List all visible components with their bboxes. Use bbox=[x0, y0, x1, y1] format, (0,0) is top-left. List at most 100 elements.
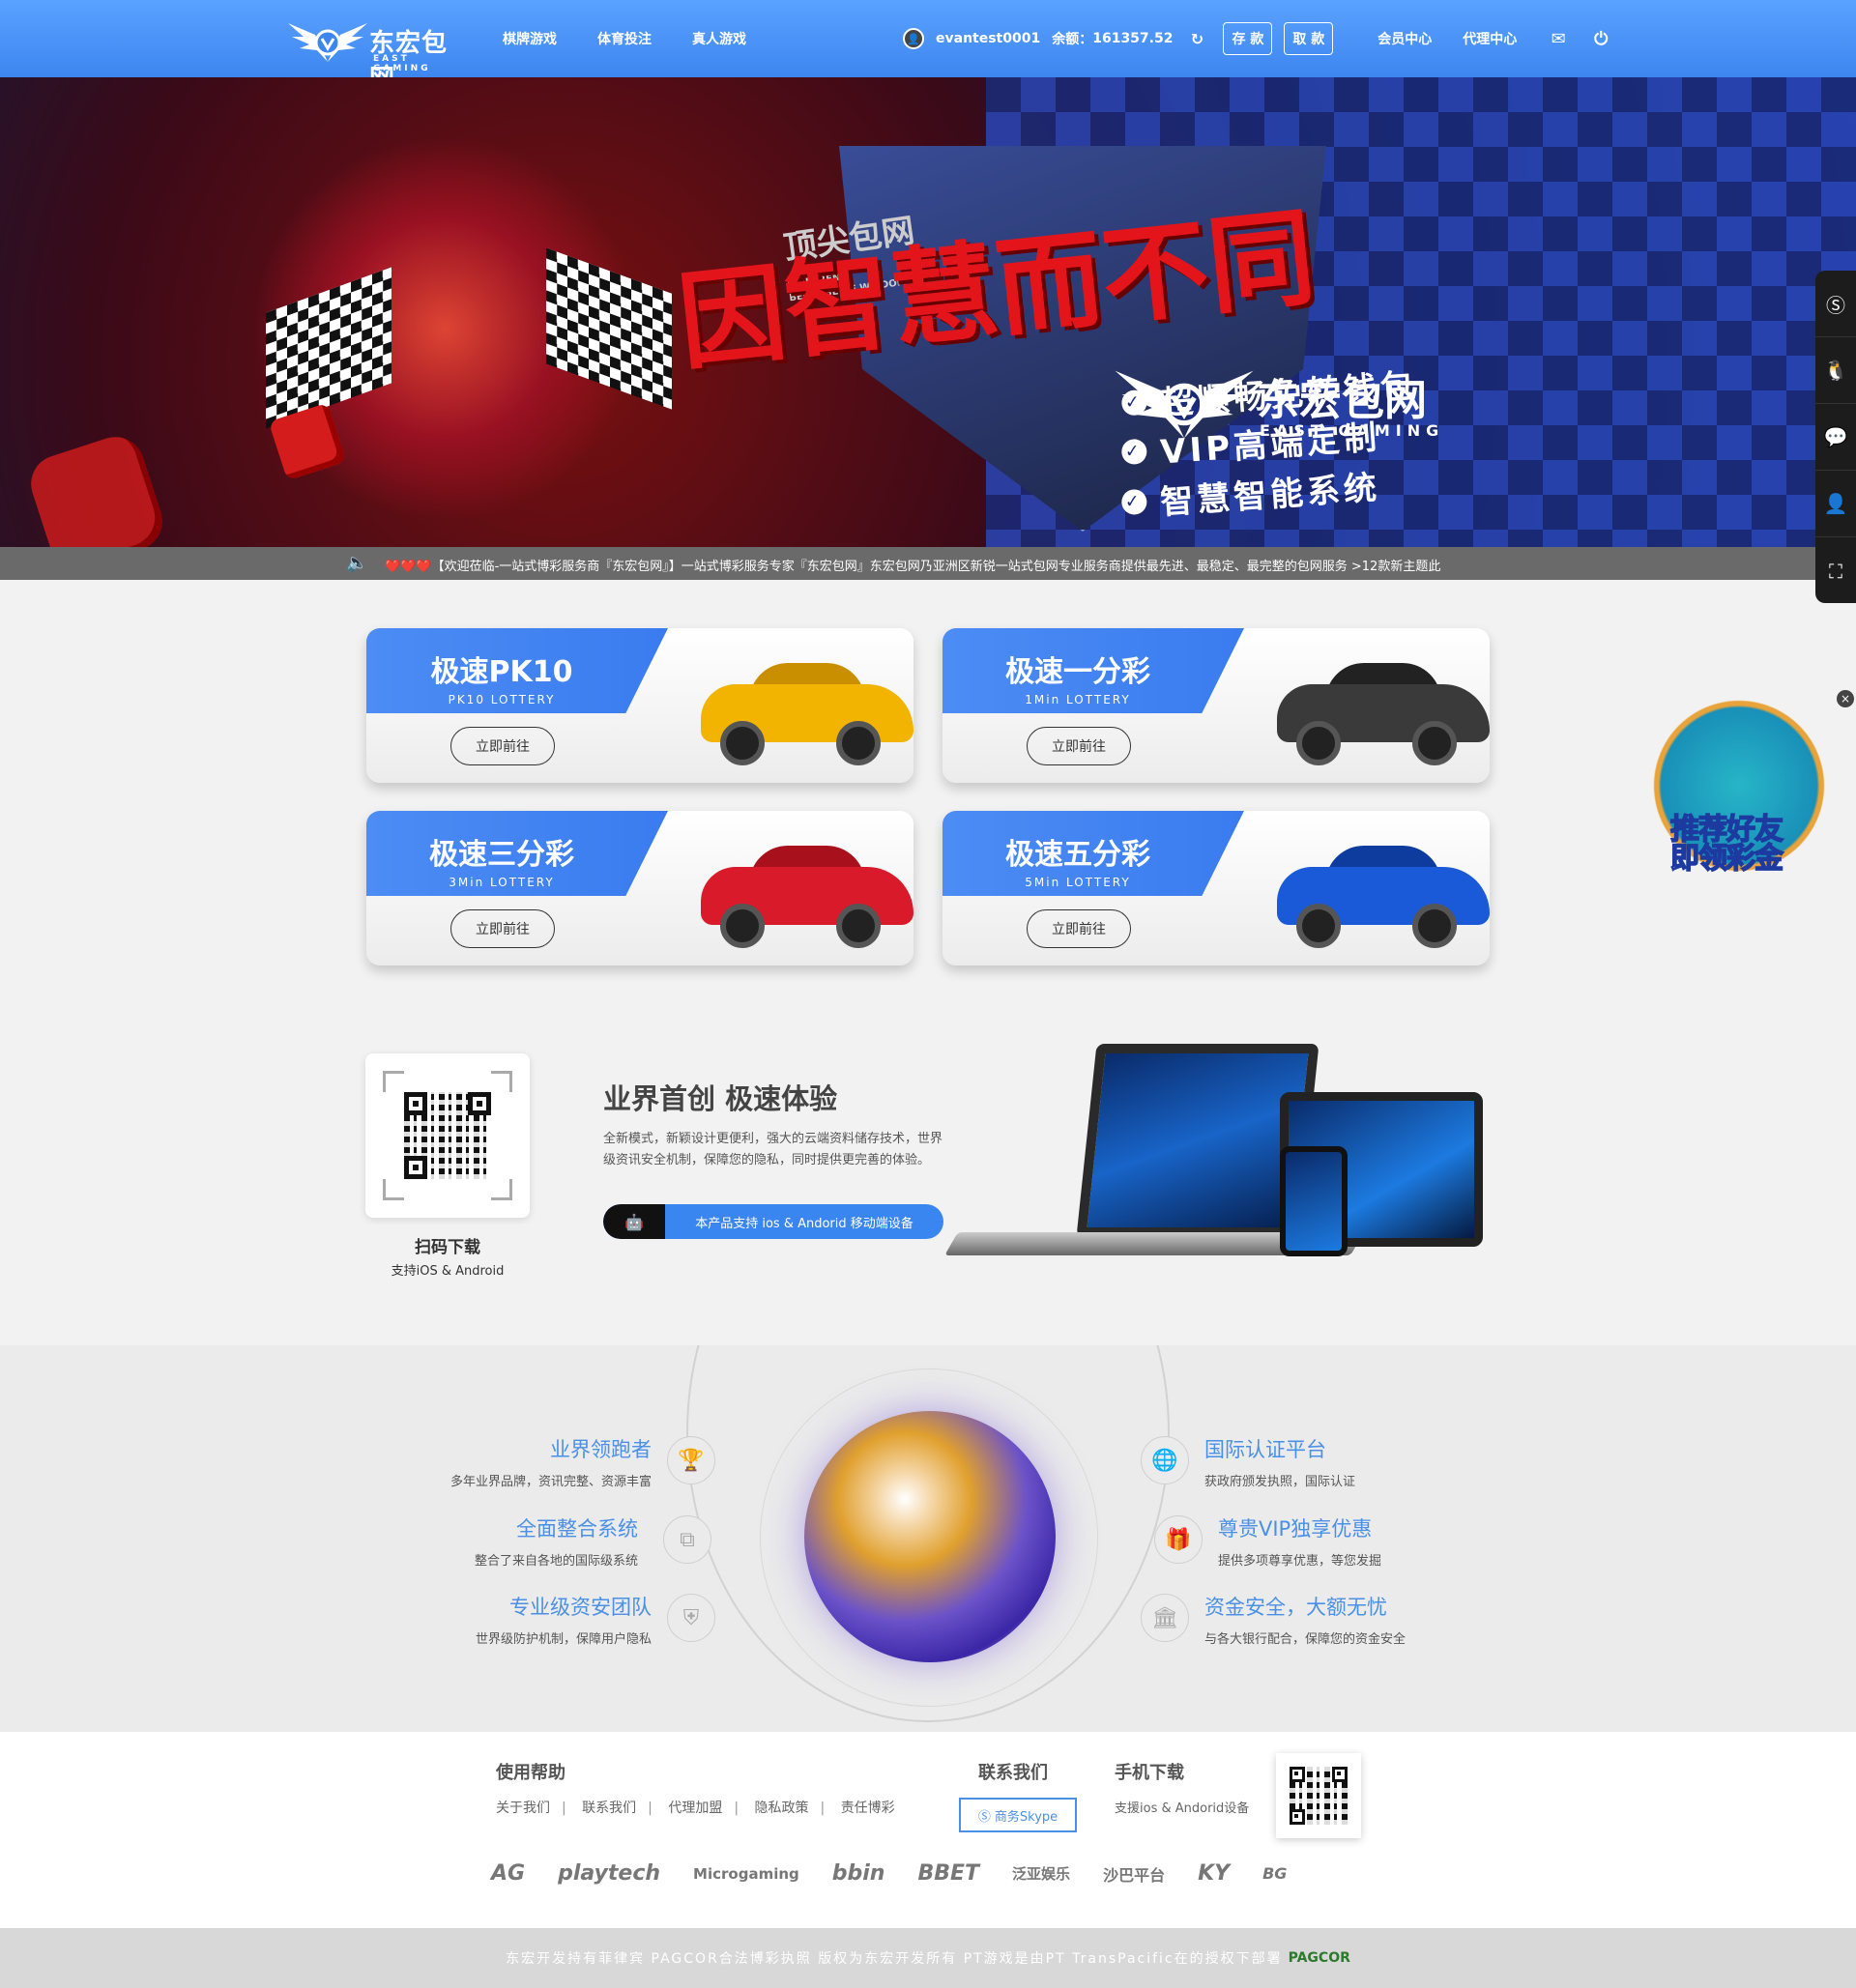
nav-item-live-casino[interactable]: 真人游戏 bbox=[692, 29, 746, 48]
card-title: 极速三分彩 bbox=[429, 838, 574, 872]
promo-text: 推荐好友 即领彩金 bbox=[1669, 813, 1784, 875]
username: evantest0001 bbox=[936, 31, 1041, 46]
platform-support-pill: 🤖 本产品支持 ios & Andorid 移动端设备 bbox=[603, 1204, 943, 1239]
feature-desc: 与各大银行配合，保障您的资金安全 bbox=[1204, 1632, 1406, 1647]
lottery-card-3min[interactable]: 极速三分彩 3Min LOTTERY 立即前往 bbox=[366, 811, 914, 965]
site-logo[interactable]: 东宏包网 EAST GAMING bbox=[286, 12, 460, 94]
car-image bbox=[1267, 646, 1490, 765]
qr-code-image bbox=[1290, 1767, 1348, 1825]
partner-logo-playtech: playtech bbox=[558, 1861, 661, 1886]
refer-friend-promo[interactable]: 推荐好友 即领彩金 × bbox=[1643, 690, 1854, 883]
help-links: 关于我们 | 联系我们 | 代理加盟 | 隐私政策 | 责任博彩 bbox=[496, 1801, 895, 1816]
check-icon: ✓ bbox=[1120, 389, 1148, 417]
skype-button[interactable]: Ⓢ 商务Skype bbox=[959, 1798, 1077, 1832]
feature-title: 业界领跑者 bbox=[550, 1438, 652, 1461]
user-bar: 👤 evantest0001 余额： 161357.52 ↻ 存 款 取 款 会… bbox=[903, 0, 1611, 77]
card-header: 极速三分彩 3Min LOTTERY bbox=[366, 811, 668, 896]
help-title: 使用帮助 bbox=[496, 1763, 566, 1783]
network-icon: ⧉ bbox=[663, 1515, 711, 1564]
ticker-message: 【欢迎莅临-一站式博彩服务商『东宏包网』】一站式博彩服务专家『东宏包网』东宏包网… bbox=[431, 560, 1441, 574]
footer-link-responsible[interactable]: 责任博彩 bbox=[841, 1801, 895, 1816]
trophy-icon: 🏆 bbox=[667, 1436, 715, 1484]
card-title: 极速五分彩 bbox=[1005, 838, 1150, 872]
card-subtitle: 1Min LOTTERY bbox=[1025, 693, 1131, 706]
refresh-icon[interactable]: ↻ bbox=[1186, 28, 1207, 49]
pagcor-badge: PAGCOR bbox=[1288, 1950, 1350, 1966]
feature-desc: 提供多项尊享优惠，等您发掘 bbox=[1218, 1554, 1382, 1569]
card-subtitle: 3Min LOTTERY bbox=[449, 876, 555, 889]
card-header: 极速一分彩 1Min LOTTERY bbox=[942, 628, 1244, 713]
feature-title: 资金安全，大额无忧 bbox=[1204, 1596, 1387, 1619]
scan-title: 扫码下载 bbox=[415, 1238, 480, 1257]
hero-banner[interactable]: 顶尖包网 DIFFERENT BECAUSE OF WISDOM 因智慧而不同 … bbox=[0, 77, 1856, 547]
avatar[interactable]: 👤 bbox=[903, 28, 924, 49]
announcement-ticker[interactable]: 🔈 ❤️❤️❤️【欢迎莅临-一站式博彩服务商『东宏包网』】一站式博彩服务专家『东… bbox=[0, 547, 1856, 580]
footer-link-privacy[interactable]: 隐私政策 bbox=[755, 1801, 809, 1816]
balance-label: 余额： bbox=[1052, 32, 1093, 47]
qr-code-image bbox=[404, 1092, 491, 1179]
feature-desc: 多年业界品牌，资讯完整、资源丰富 bbox=[450, 1475, 652, 1489]
footer-link-contact[interactable]: 联系我们 bbox=[582, 1801, 636, 1816]
card-header: 极速PK10 PK10 LOTTERY bbox=[366, 628, 668, 713]
partner-logo-microgaming: Microgaming bbox=[693, 1864, 799, 1883]
copyright-text: 东宏开发持有菲律宾 PAGCOR合法博彩执照 版权为东宏开发所有 PT游戏是由P… bbox=[506, 1951, 1283, 1967]
go-button[interactable]: 立即前往 bbox=[1027, 727, 1131, 765]
download-title: 手机下载 bbox=[1115, 1763, 1184, 1783]
withdraw-button[interactable]: 取 款 bbox=[1284, 22, 1334, 55]
go-button[interactable]: 立即前往 bbox=[1027, 909, 1131, 948]
android-apple-icon: 🤖 bbox=[603, 1204, 665, 1239]
feature-desc: 获政府颁发执照，国际认证 bbox=[1204, 1475, 1356, 1489]
feature-vip-offers: 🎁 尊贵VIP独享优惠 提供多项尊享优惠，等您发掘 bbox=[1154, 1513, 1508, 1569]
close-icon[interactable]: × bbox=[1837, 690, 1854, 707]
lottery-card-5min[interactable]: 极速五分彩 5Min LOTTERY 立即前往 bbox=[942, 811, 1490, 965]
logout-icon[interactable]: ⏻ bbox=[1590, 28, 1611, 49]
footer-link-agent[interactable]: 代理加盟 bbox=[668, 1801, 722, 1816]
user-icon[interactable]: 👤 bbox=[1815, 471, 1856, 537]
nav-item-chess-games[interactable]: 棋牌游戏 bbox=[503, 29, 557, 48]
skype-label: 商务Skype bbox=[994, 1809, 1058, 1825]
scan-icon[interactable]: ⛶ bbox=[1815, 537, 1856, 604]
feature-industry-leader: 业界领跑者 多年业界品牌，资讯完整、资源丰富 🏆 bbox=[362, 1434, 715, 1489]
app-description: 全新模式，新颖设计更便利，强大的云端资料储存技术，世界级资讯安全机制，保障您的隐… bbox=[603, 1132, 943, 1167]
features-section: 业界领跑者 多年业界品牌，资讯完整、资源丰富 🏆 全面整合系统 整合了来自各地的… bbox=[0, 1345, 1856, 1732]
qr-code-box[interactable] bbox=[365, 1053, 530, 1218]
agent-center-link[interactable]: 代理中心 bbox=[1463, 29, 1517, 48]
car-image bbox=[691, 828, 914, 948]
partner-logo-bg: BG bbox=[1262, 1864, 1288, 1883]
globe-icon: 🌐 bbox=[1141, 1436, 1189, 1484]
footer-link-about[interactable]: 关于我们 bbox=[496, 1801, 550, 1816]
go-button[interactable]: 立即前往 bbox=[450, 909, 555, 948]
feature-title: 专业级资安团队 bbox=[509, 1596, 652, 1619]
skype-icon: Ⓢ bbox=[977, 1809, 991, 1825]
lottery-card-pk10[interactable]: 极速PK10 PK10 LOTTERY 立即前往 bbox=[366, 628, 914, 783]
top-header: 东宏包网 EAST GAMING 棋牌游戏 体育投注 真人游戏 👤 evante… bbox=[0, 0, 1856, 94]
check-icon: ✓ bbox=[1120, 488, 1148, 515]
partner-logo-fanya: 泛亚娱乐 bbox=[1012, 1865, 1071, 1883]
shield-icon: ⛨ bbox=[667, 1594, 715, 1642]
feature-title: 全面整合系统 bbox=[516, 1517, 638, 1541]
deposit-button[interactable]: 存 款 bbox=[1223, 22, 1273, 55]
car-image bbox=[1267, 828, 1490, 948]
promo-line-1: 推荐好友 bbox=[1669, 813, 1784, 847]
chat-icon[interactable]: 💬 bbox=[1815, 404, 1856, 471]
devices-image bbox=[944, 1034, 1493, 1276]
skype-icon[interactable]: Ⓢ bbox=[1815, 271, 1856, 337]
speaker-icon: 🔈 bbox=[346, 553, 368, 573]
member-center-link[interactable]: 会员中心 bbox=[1378, 29, 1432, 48]
balance-value: 161357.52 bbox=[1092, 31, 1174, 46]
mail-icon[interactable]: ✉ bbox=[1548, 28, 1569, 49]
qq-icon[interactable]: 🐧 bbox=[1815, 337, 1856, 404]
partner-logo-ag: AG bbox=[491, 1861, 526, 1886]
platform-support-text: 本产品支持 ios & Andorid 移动端设备 bbox=[695, 1216, 914, 1231]
nav-item-sports-betting[interactable]: 体育投注 bbox=[597, 29, 652, 48]
scan-subtitle: 支持iOS & Android bbox=[391, 1264, 505, 1279]
bank-icon: 🏛 bbox=[1141, 1594, 1189, 1642]
footer-qr-code[interactable] bbox=[1276, 1753, 1361, 1838]
feature-certified-platform: 🌐 国际认证平台 获政府颁发执照，国际认证 bbox=[1141, 1434, 1494, 1489]
lottery-card-1min[interactable]: 极速一分彩 1Min LOTTERY 立即前往 bbox=[942, 628, 1490, 783]
card-title: 极速一分彩 bbox=[1005, 655, 1150, 689]
main-nav: 棋牌游戏 体育投注 真人游戏 bbox=[503, 0, 787, 77]
card-subtitle: PK10 LOTTERY bbox=[448, 693, 556, 706]
go-button[interactable]: 立即前往 bbox=[450, 727, 555, 765]
globe-image bbox=[804, 1411, 1056, 1662]
